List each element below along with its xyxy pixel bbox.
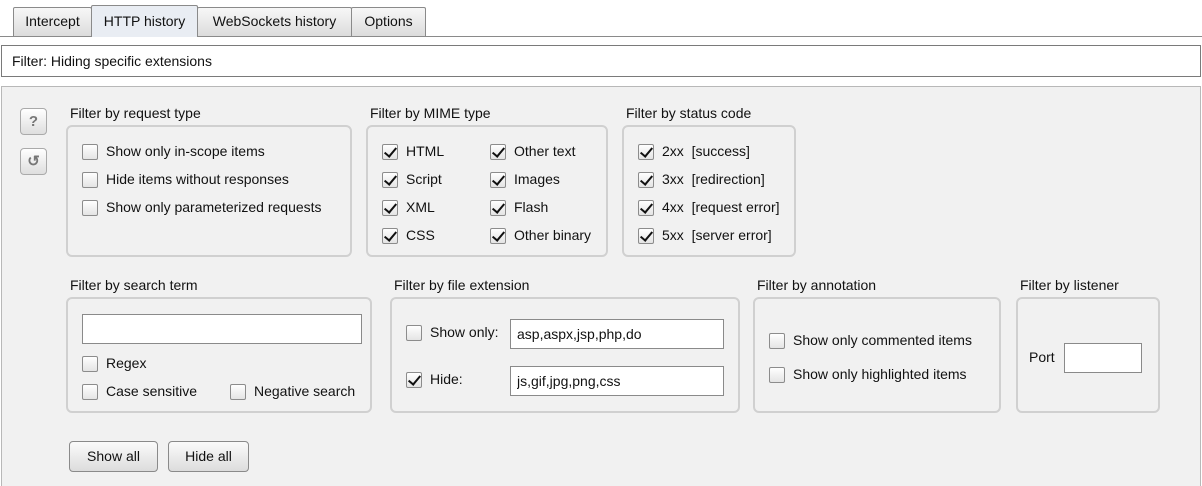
status-5xx-label: 5xx [server error] [662,227,772,243]
without-responses-label: Hide items without responses [106,171,289,187]
status-code-title: Filter by status code [626,105,752,121]
css-checkbox[interactable] [382,228,398,244]
help-button[interactable]: ? [20,108,47,135]
other-text-label: Other text [514,143,576,159]
show-all-button[interactable]: Show all [69,441,158,472]
case-sensitive-label: Case sensitive [106,383,198,399]
tab-options[interactable]: Options [351,7,426,36]
tab-bar: Intercept HTTP history WebSockets histor… [0,0,1202,37]
in-scope-checkbox[interactable] [82,144,98,160]
status-5xx-checkbox[interactable] [638,228,654,244]
script-checkbox[interactable] [382,172,398,188]
hide-all-button[interactable]: Hide all [168,441,249,472]
flash-label: Flash [514,199,549,215]
status-4xx-checkbox[interactable] [638,200,654,216]
status-code-group: 2xx [success] 3xx [redirection] 4xx [req… [622,125,796,257]
flash-checkbox[interactable] [490,200,506,216]
images-checkbox[interactable] [490,172,506,188]
file-extension-group: Show only: Hide: [390,297,740,413]
listener-group: Port [1016,297,1160,413]
highlighted-items-label: Show only highlighted items [793,366,967,382]
filter-bar[interactable]: Filter: Hiding specific extensions [1,45,1201,77]
search-term-input[interactable] [82,314,362,344]
commented-items-checkbox[interactable] [769,333,785,349]
show-only-extensions-checkbox[interactable] [406,325,422,341]
search-term-title: Filter by search term [70,277,198,293]
show-only-extensions-input[interactable] [510,319,724,349]
help-icon: ? [28,113,39,130]
parameterized-label: Show only parameterized requests [106,199,322,215]
filter-bar-text: Filter: Hiding specific extensions [12,53,212,69]
annotation-title: Filter by annotation [757,277,877,293]
xml-checkbox[interactable] [382,200,398,216]
negative-search-checkbox[interactable] [230,384,246,400]
css-label: CSS [406,227,435,243]
hide-extensions-checkbox[interactable] [406,372,422,388]
images-label: Images [514,171,560,187]
status-2xx-label: 2xx [success] [662,143,750,159]
other-text-checkbox[interactable] [490,144,506,160]
html-checkbox[interactable] [382,144,398,160]
tab-websockets-history[interactable]: WebSockets history [197,7,352,36]
status-3xx-checkbox[interactable] [638,172,654,188]
mime-type-title: Filter by MIME type [370,105,491,121]
annotation-group: Show only commented items Show only high… [753,297,1001,413]
port-input[interactable] [1064,343,1142,373]
hide-extensions-label: Hide: [430,371,463,387]
other-binary-label: Other binary [514,227,592,243]
listener-title: Filter by listener [1020,277,1119,293]
reset-button[interactable]: ↺ [20,148,47,175]
regex-label: Regex [106,355,147,371]
highlighted-items-checkbox[interactable] [769,367,785,383]
commented-items-label: Show only commented items [793,332,972,348]
request-type-title: Filter by request type [70,105,201,121]
request-type-group: Show only in-scope items Hide items with… [66,125,352,257]
status-3xx-label: 3xx [redirection] [662,171,765,187]
port-label: Port [1029,349,1055,365]
file-extension-title: Filter by file extension [394,277,530,293]
tab-http-history[interactable]: HTTP history [91,5,198,37]
case-sensitive-checkbox[interactable] [82,384,98,400]
status-2xx-checkbox[interactable] [638,144,654,160]
negative-search-label: Negative search [254,383,356,399]
status-4xx-label: 4xx [request error] [662,199,780,215]
hide-extensions-input[interactable] [510,366,724,396]
script-label: Script [406,171,442,187]
search-term-group: Regex Case sensitive Negative search [66,297,372,413]
tab-intercept[interactable]: Intercept [13,7,92,36]
filter-settings-panel: ? ↺ Filter by request type Show only in-… [1,86,1201,486]
other-binary-checkbox[interactable] [490,228,506,244]
regex-checkbox[interactable] [82,356,98,372]
xml-label: XML [406,199,435,215]
in-scope-label: Show only in-scope items [106,143,265,159]
reset-icon: ↺ [27,153,40,170]
parameterized-checkbox[interactable] [82,200,98,216]
mime-type-group: HTML Other text Script Images XML Flash … [366,125,608,257]
html-label: HTML [406,143,445,159]
without-responses-checkbox[interactable] [82,172,98,188]
show-only-extensions-label: Show only: [430,324,499,340]
